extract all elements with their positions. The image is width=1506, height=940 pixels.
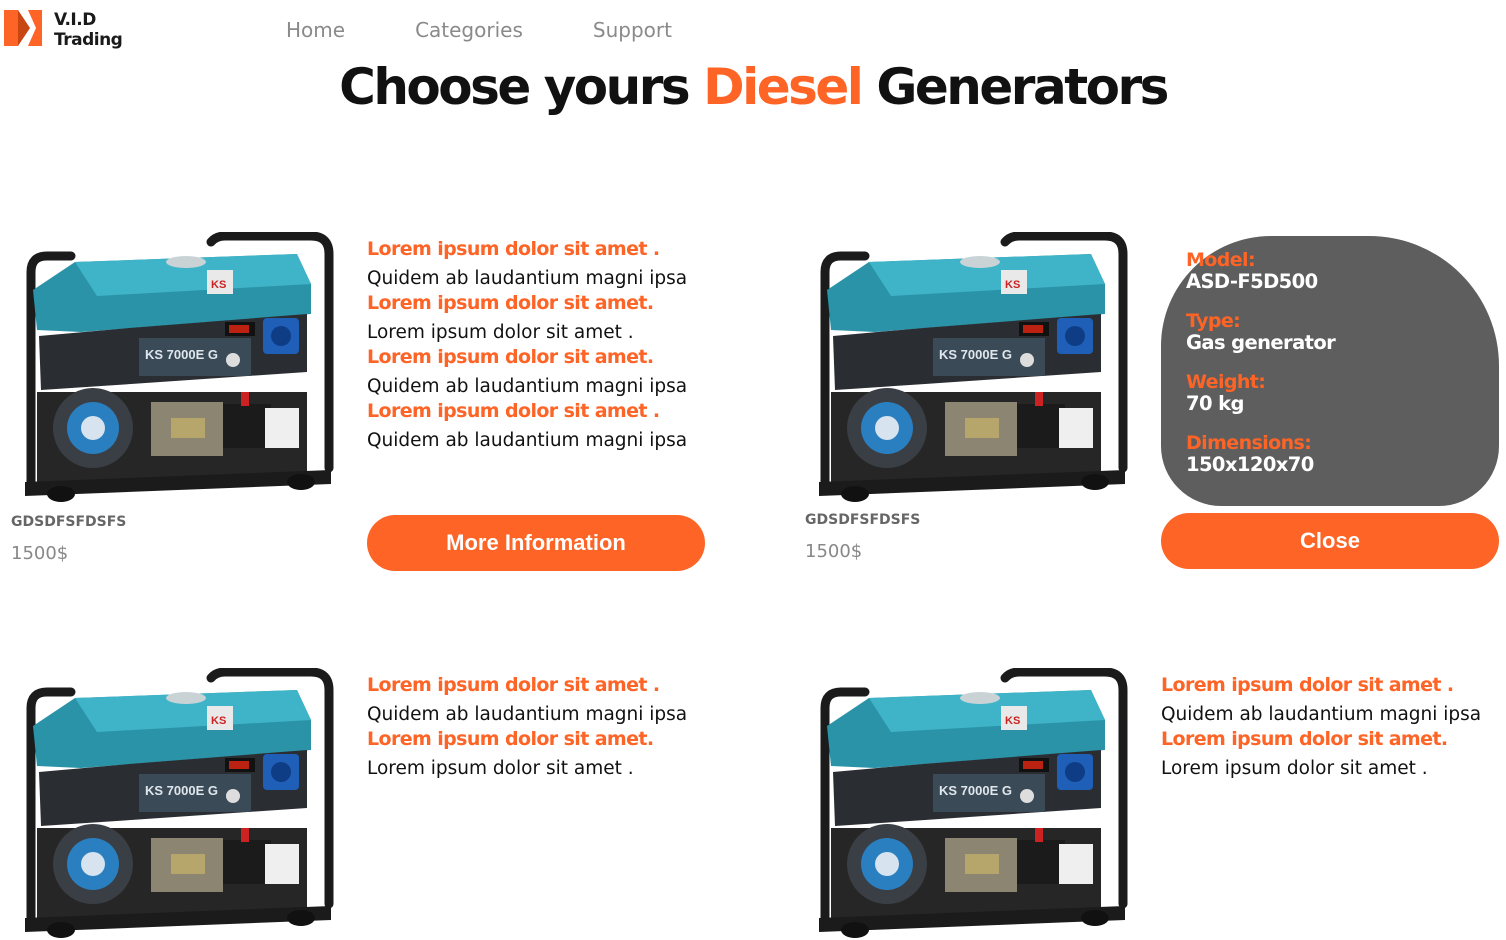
close-button[interactable]: Close	[1161, 513, 1499, 569]
page-title: Choose yours Diesel Generators	[0, 58, 1506, 116]
detail-text: Quidem ab laudantium magni ipsa	[367, 268, 688, 289]
nav-home[interactable]: Home	[286, 18, 345, 42]
detail-text: Lorem ipsum dolor sit amet .	[1161, 758, 1428, 779]
more-information-button[interactable]: More Information	[367, 515, 705, 571]
spec-value: ASD-F5D500	[1186, 270, 1318, 293]
spec-value: Gas generator	[1186, 331, 1336, 354]
product-details: Lorem ipsum dolor sit amet . Quidem ab l…	[367, 239, 697, 455]
detail-text: Quidem ab laudantium magni ipsa	[367, 376, 688, 397]
page-title-before: Choose yours	[339, 58, 704, 116]
spec-key: Model:	[1186, 249, 1256, 271]
generator-image	[11, 668, 341, 940]
detail-text: Lorem ipsum dolor sit amet .	[367, 758, 634, 779]
spec-panel: Model: ASD-F5D500 Type: Gas generator We…	[1161, 236, 1499, 506]
detail-label: Lorem ipsum dolor sit amet .	[1161, 674, 1454, 696]
product-details: Lorem ipsum dolor sit amet . Quidem ab l…	[367, 675, 697, 783]
detail-text: Quidem ab laudantium magni ipsa	[367, 430, 688, 451]
detail-label: Lorem ipsum dolor sit amet.	[367, 292, 654, 314]
product-sku: GDSDFSFDSFS	[11, 514, 127, 530]
spec-key: Dimensions:	[1186, 432, 1312, 454]
generator-image	[11, 232, 341, 504]
detail-label: Lorem ipsum dolor sit amet.	[1161, 728, 1448, 750]
detail-label: Lorem ipsum dolor sit amet.	[367, 728, 654, 750]
brand-logo[interactable]: V.I.D Trading	[4, 10, 123, 50]
detail-text: Quidem ab laudantium magni ipsa	[367, 704, 688, 725]
detail-label: Lorem ipsum dolor sit amet .	[367, 400, 660, 422]
spec-key: Weight:	[1186, 371, 1266, 393]
main-nav: Home Categories Support	[286, 18, 742, 42]
detail-label: Lorem ipsum dolor sit amet .	[367, 238, 660, 260]
page-title-after: Generators	[861, 58, 1169, 116]
brand-name-line2: Trading	[54, 30, 123, 50]
brand-mark-icon	[4, 10, 42, 46]
product-sku: GDSDFSFDSFS	[805, 512, 921, 528]
brand-name-line1: V.I.D	[54, 10, 96, 30]
detail-text: Lorem ipsum dolor sit amet .	[367, 322, 634, 343]
product-details: Lorem ipsum dolor sit amet . Quidem ab l…	[1161, 675, 1491, 783]
generator-image	[805, 232, 1135, 504]
nav-categories[interactable]: Categories	[415, 18, 523, 42]
spec-value: 70 kg	[1186, 392, 1244, 415]
product-price: 1500$	[11, 543, 69, 564]
detail-label: Lorem ipsum dolor sit amet .	[367, 674, 660, 696]
detail-text: Quidem ab laudantium magni ipsa	[1161, 704, 1482, 725]
generator-image	[805, 668, 1135, 940]
spec-key: Type:	[1186, 310, 1241, 332]
detail-label: Lorem ipsum dolor sit amet.	[367, 346, 654, 368]
page-title-accent: Diesel	[703, 58, 864, 116]
nav-support[interactable]: Support	[593, 18, 672, 42]
spec-value: 150x120x70	[1186, 453, 1314, 476]
product-price: 1500$	[805, 541, 863, 562]
